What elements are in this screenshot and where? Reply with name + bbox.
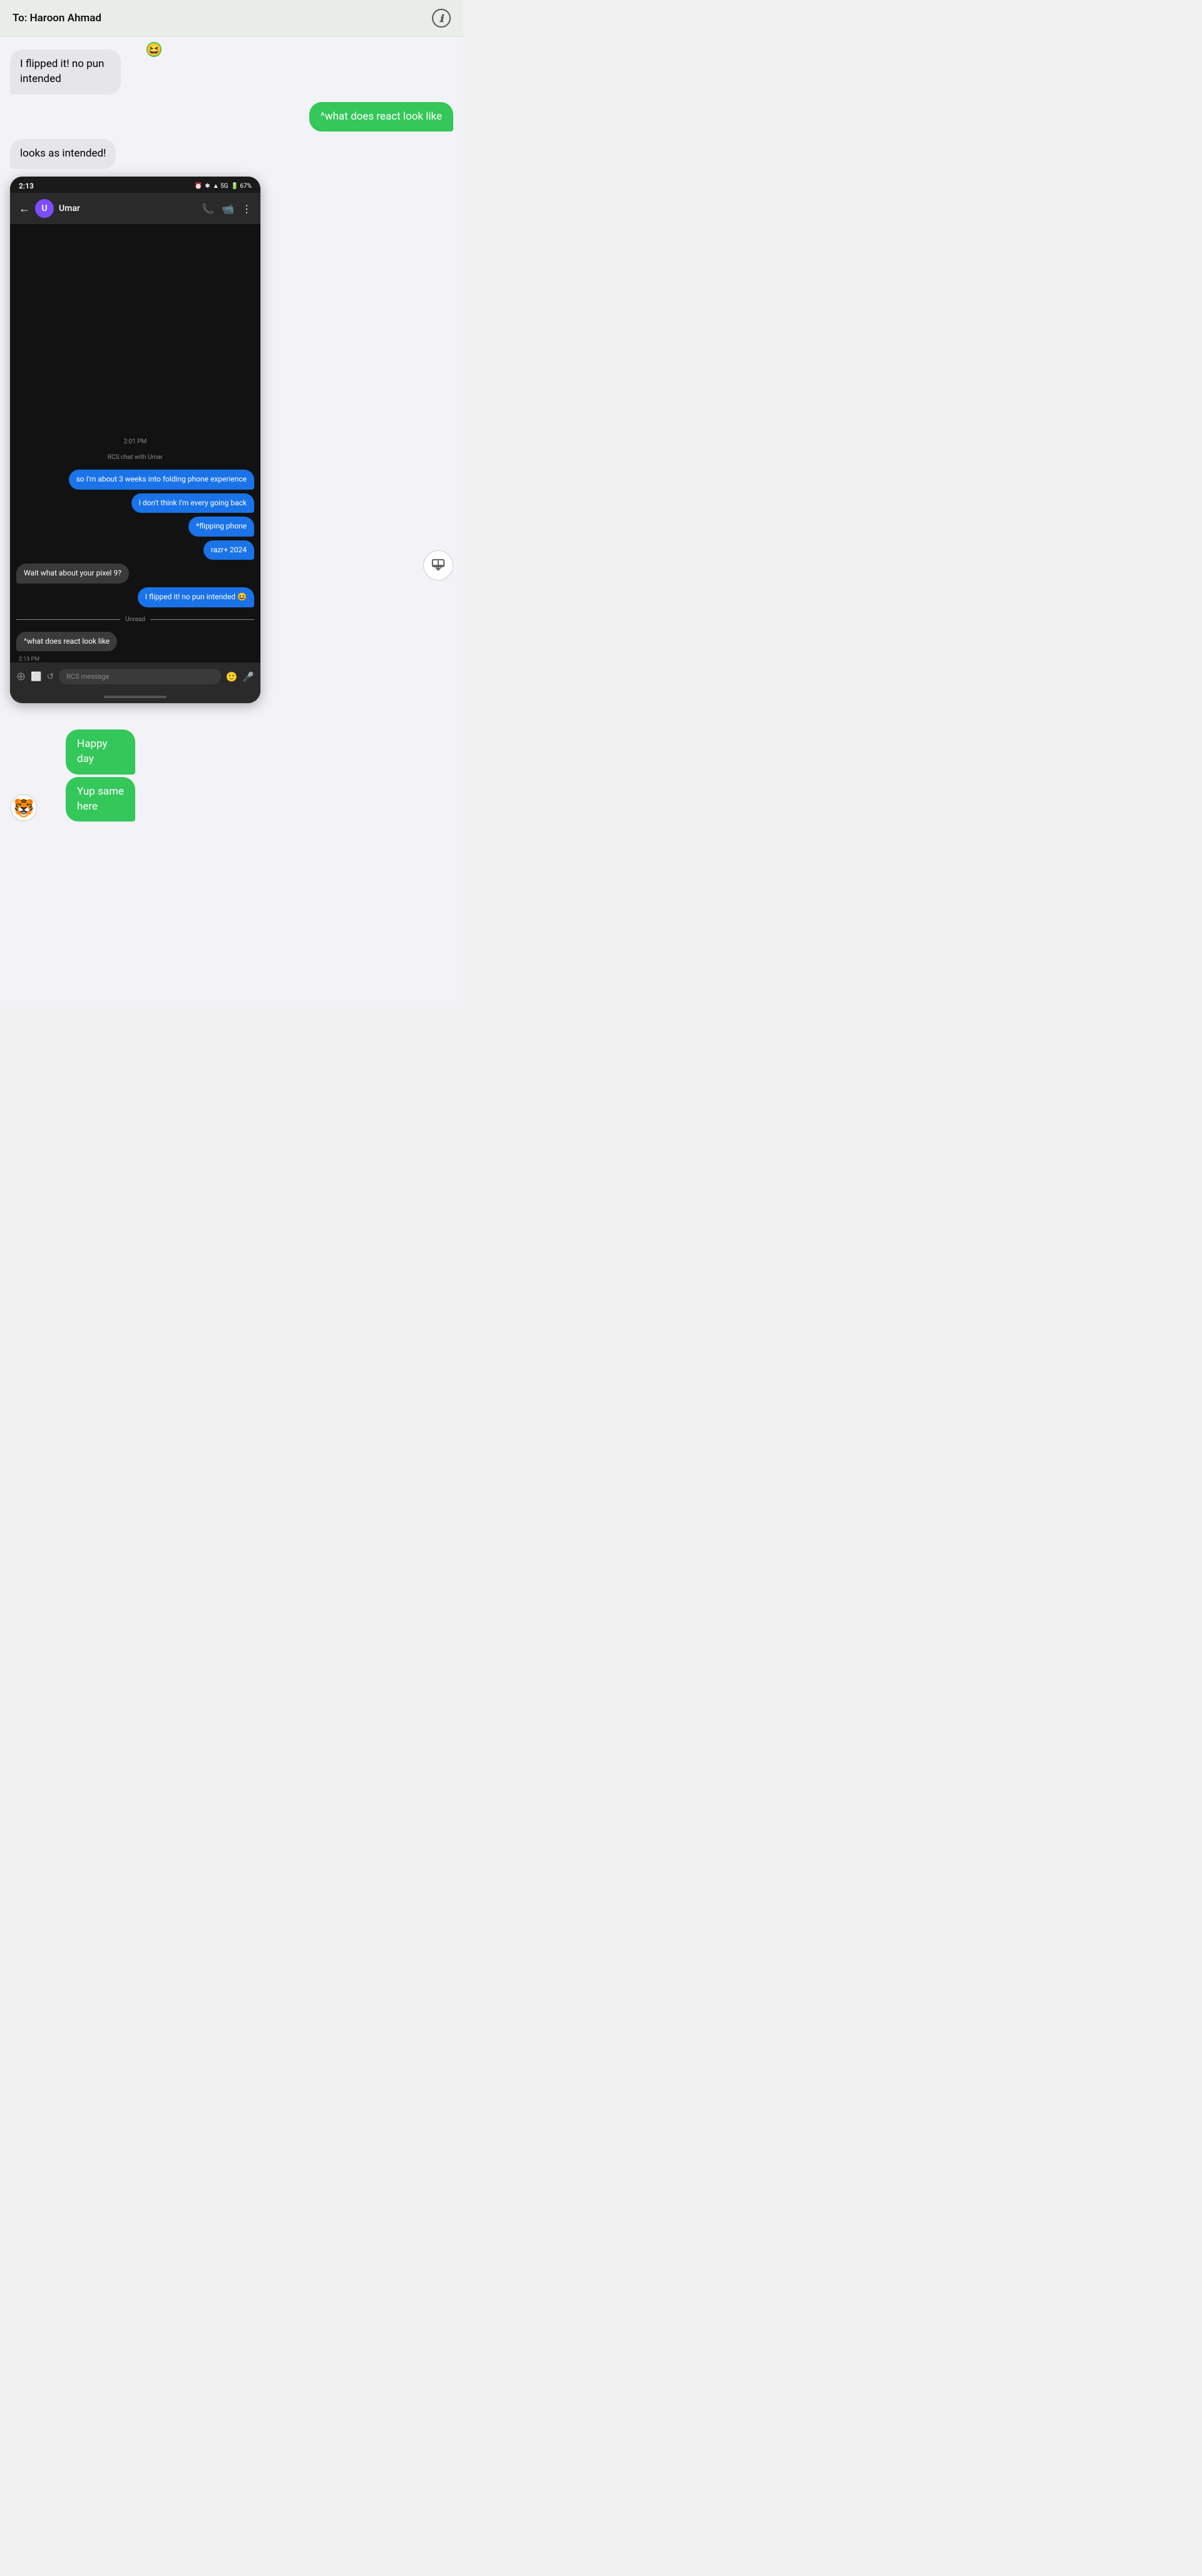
phone-nav-icons: 📞 📹 ⋮ xyxy=(202,203,252,215)
sent-message-yup-same-here: Yup same here xyxy=(66,777,135,822)
inner-sent-3: *flipping phone xyxy=(188,517,254,537)
phone-time: 2:13 xyxy=(19,182,34,190)
sent-message-group: Happy day Yup same here xyxy=(43,729,135,822)
inner-sent-4: razr+ 2024 xyxy=(203,540,254,560)
recipient-label: To: Haroon Ahmad xyxy=(13,12,101,24)
phone-screenshot: 2:13 ⏰ ✱ ▲ 5G 🔋 67% ← U Umar xyxy=(10,177,260,703)
tiger-message-row: 🐯 Happy day Yup same here xyxy=(10,729,453,822)
home-indicator xyxy=(10,691,260,703)
gif-icon: ⬜ xyxy=(31,672,41,682)
phone-icon: 📞 xyxy=(202,203,214,215)
add-icon: ⊕ xyxy=(16,670,26,683)
tiger-avatar: 🐯 xyxy=(10,794,38,822)
contact-avatar: U xyxy=(35,199,54,218)
inner-sent-2: I don't think I'm every going back xyxy=(131,493,254,513)
inner-unread-message: ^what does react look like xyxy=(16,632,117,652)
inner-unread-time: 2:13 PM xyxy=(16,656,39,662)
phone-nav-bar: ← U Umar 📞 📹 ⋮ xyxy=(10,193,260,224)
phone-contact-name: Umar xyxy=(59,204,80,214)
phone-nav-left: ← U Umar xyxy=(19,199,80,218)
to-text: To: xyxy=(13,12,27,24)
message-input[interactable]: RCS message xyxy=(59,669,220,684)
message-header: To: Haroon Ahmad ℹ xyxy=(0,0,463,37)
phone-status-bar: 2:13 ⏰ ✱ ▲ 5G 🔋 67% xyxy=(10,177,260,193)
bubble-received: I flipped it! no pun intended xyxy=(10,49,121,95)
unread-divider: Unread xyxy=(16,616,254,623)
contact-name: Haroon Ahmad xyxy=(30,12,101,24)
reaction-emoji: 😆 xyxy=(145,41,163,58)
info-icon[interactable]: ℹ xyxy=(432,9,451,28)
inner-time: 2:01 PM xyxy=(16,438,254,445)
more-icon: ⋮ xyxy=(242,203,252,215)
inner-sent-5: I flipped it! no pun intended 😆 xyxy=(138,587,254,607)
back-icon: ← xyxy=(19,202,30,215)
refresh-icon: ↺ xyxy=(47,672,54,682)
home-bar xyxy=(104,696,167,698)
phone-input-bar: ⊕ ⬜ ↺ RCS message 🙂 🎤 xyxy=(10,662,260,691)
inner-rcs-label: RCS chat with Umar xyxy=(16,454,254,461)
sent-message-1: ^what does react look like xyxy=(309,102,453,132)
video-icon: 📹 xyxy=(222,203,234,215)
received-message-1: I flipped it! no pun intended 😆 xyxy=(10,49,158,95)
input-icons: 🙂 🎤 xyxy=(226,671,254,683)
phone-status-icons: ⏰ ✱ ▲ 5G 🔋 67% xyxy=(195,183,252,190)
inner-chat: 2:01 PM RCS chat with Umar so I'm about … xyxy=(10,224,260,662)
inner-sent-1: so I'm about 3 weeks into folding phone … xyxy=(69,470,254,490)
chat-area: I flipped it! no pun intended 😆 ^what do… xyxy=(0,37,463,1007)
voice-icon: 🎤 xyxy=(242,671,254,683)
sent-message-happy-day: Happy day xyxy=(66,729,135,775)
share-button[interactable] xyxy=(423,550,453,580)
received-message-2: looks as intended! xyxy=(10,139,116,169)
inner-received-1: Wait what about your pixel 9? xyxy=(16,564,129,584)
emoji-icon: 🙂 xyxy=(226,671,238,683)
